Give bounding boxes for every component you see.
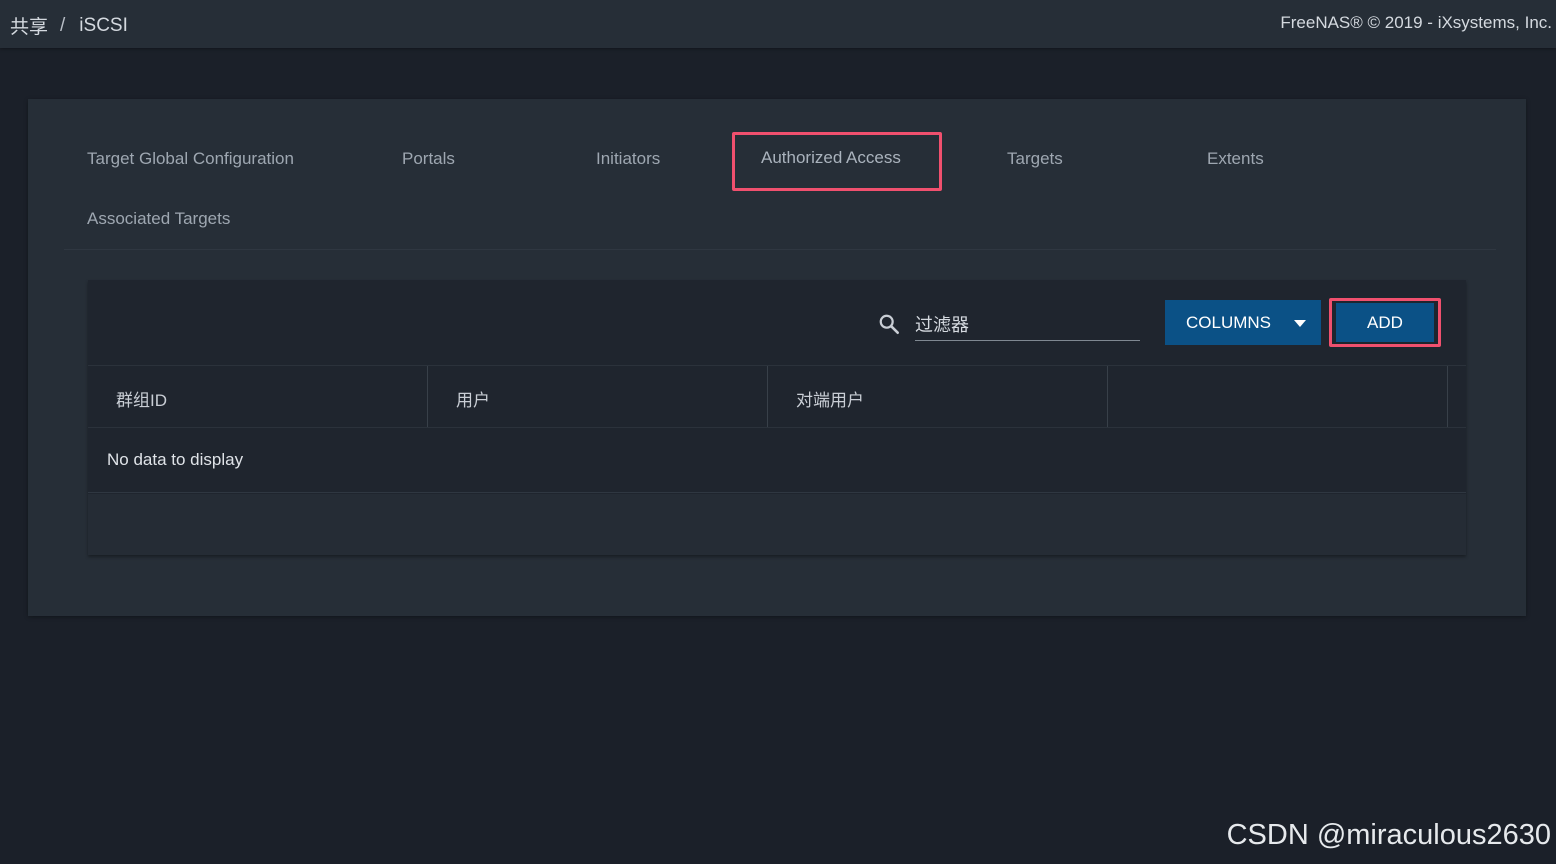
add-button-highlight: ADD bbox=[1329, 298, 1441, 347]
caret-down-icon bbox=[1294, 320, 1306, 327]
search-icon bbox=[879, 314, 899, 334]
columns-button[interactable]: COLUMNS bbox=[1165, 300, 1321, 345]
breadcrumb: 共享 / iSCSI bbox=[10, 12, 128, 39]
breadcrumb-item-sharing[interactable]: 共享 bbox=[10, 12, 48, 39]
tab-extents[interactable]: Extents bbox=[1207, 149, 1264, 169]
top-bar: 共享 / iSCSI FreeNAS® © 2019 - iXsystems, … bbox=[0, 0, 1556, 48]
iscsi-card: Target Global Configuration Portals Init… bbox=[28, 99, 1526, 616]
tab-associated-targets[interactable]: Associated Targets bbox=[87, 209, 230, 229]
add-button[interactable]: ADD bbox=[1336, 303, 1434, 342]
column-header-actions bbox=[1108, 366, 1448, 428]
table-footer bbox=[88, 494, 1466, 555]
tab-authorized-access[interactable]: Authorized Access bbox=[732, 132, 942, 191]
column-header-group-id[interactable]: 群组ID bbox=[88, 366, 428, 428]
tab-portals[interactable]: Portals bbox=[402, 149, 455, 169]
authorized-access-table: COLUMNS ADD 群组ID 用户 对端用户 No data to disp… bbox=[88, 280, 1466, 555]
tab-bar: Target Global Configuration Portals Init… bbox=[64, 129, 1496, 250]
columns-button-label: COLUMNS bbox=[1186, 312, 1272, 332]
empty-message: No data to display bbox=[88, 427, 1466, 493]
breadcrumb-separator: / bbox=[60, 14, 66, 36]
breadcrumb-item-iscsi: iSCSI bbox=[79, 14, 128, 36]
filter-input[interactable] bbox=[915, 310, 1140, 341]
table-header: 群组ID 用户 对端用户 bbox=[88, 365, 1466, 428]
tab-targets[interactable]: Targets bbox=[1007, 149, 1063, 169]
table-toolbar: COLUMNS ADD bbox=[88, 280, 1466, 364]
column-header-peer-user[interactable]: 对端用户 bbox=[768, 366, 1108, 428]
column-header-user[interactable]: 用户 bbox=[428, 366, 768, 428]
tab-target-global-configuration[interactable]: Target Global Configuration bbox=[87, 149, 294, 169]
copyright-text: FreeNAS® © 2019 - iXsystems, Inc. bbox=[1280, 13, 1552, 32]
watermark: CSDN @miraculous2630 bbox=[1226, 819, 1551, 851]
tab-initiators[interactable]: Initiators bbox=[596, 149, 660, 169]
